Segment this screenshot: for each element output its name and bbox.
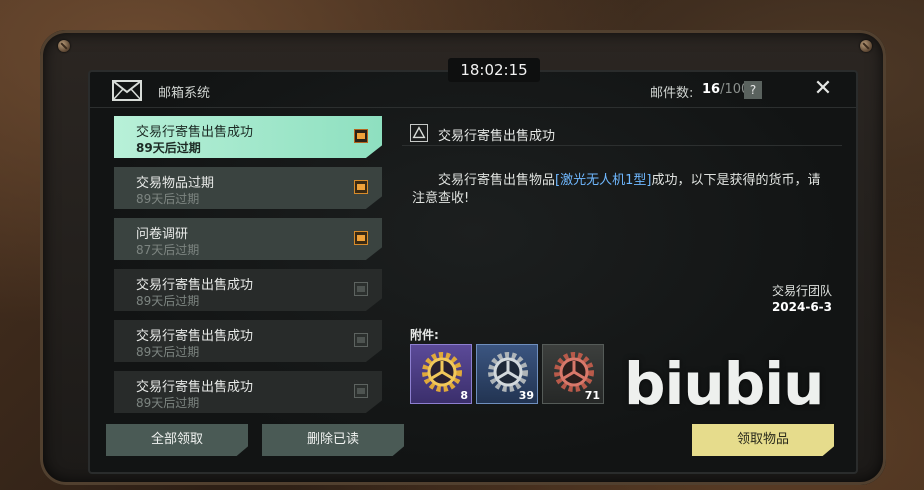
mail-expiry: 89天后过期: [136, 345, 200, 359]
attachment-slot[interactable]: 8: [410, 344, 472, 404]
attachment-icon: [354, 180, 368, 194]
mail-expiry: 89天后过期: [136, 294, 200, 308]
close-icon[interactable]: ✕: [810, 76, 836, 102]
mail-expiry: 89天后过期: [136, 192, 200, 206]
mail-list-item[interactable]: 交易行寄售出售成功 89天后过期: [114, 269, 382, 311]
attachment-quantity: 39: [518, 389, 534, 402]
attachment-claimed-icon: [354, 333, 368, 347]
attachment-claimed-icon: [354, 384, 368, 398]
mail-count: 16/100: [702, 82, 749, 97]
clock: 18:02:15: [448, 58, 540, 82]
mail-icon: [112, 80, 142, 101]
mail-list-item[interactable]: 交易行寄售出售成功 89天后过期: [114, 116, 382, 158]
mail-subject: 交易行寄售出售成功: [136, 278, 254, 293]
claim-items-button[interactable]: 领取物品: [692, 424, 834, 456]
window-title: 邮箱系统: [158, 86, 211, 101]
mail-list-item[interactable]: 交易行寄售出售成功 89天后过期: [114, 320, 382, 362]
attachment-claimed-icon: [354, 282, 368, 296]
mail-expiry: 89天后过期: [136, 141, 201, 155]
bolt-icon: [860, 40, 872, 52]
detail-title-bar: 交易行寄售出售成功: [402, 122, 842, 146]
attachment-quantity: 71: [584, 389, 600, 402]
delete-read-button[interactable]: 删除已读: [262, 424, 404, 456]
mail-sender: 交易行团队: [771, 284, 832, 298]
mail-detail-title: 交易行寄售出售成功: [438, 129, 556, 144]
attachment-quantity: 8: [460, 389, 468, 402]
mail-subject: 问卷调研: [136, 227, 189, 242]
mail-list-item[interactable]: 交易行寄售出售成功 89天后过期: [114, 371, 382, 413]
mail-expiry: 87天后过期: [136, 243, 200, 257]
claim-all-button[interactable]: 全部领取: [106, 424, 248, 456]
mail-subject: 交易行寄售出售成功: [136, 380, 254, 395]
mail-subject: 交易行寄售出售成功: [136, 125, 254, 140]
mail-list-item[interactable]: 交易物品过期 89天后过期: [114, 167, 382, 209]
watermark: biubiu: [624, 350, 824, 418]
gold-gear-icon: [422, 352, 462, 392]
attachment-icon: [354, 129, 368, 143]
attachment-slot[interactable]: 71: [542, 344, 604, 404]
attachments-label: 附件:: [410, 328, 439, 342]
mail-subject: 交易物品过期: [136, 176, 215, 191]
attachment-icon: [354, 231, 368, 245]
mail-list-item[interactable]: 问卷调研 87天后过期: [114, 218, 382, 260]
mail-subject: 交易行寄售出售成功: [136, 329, 254, 344]
attachment-slot[interactable]: 39: [476, 344, 538, 404]
help-button[interactable]: ?: [744, 81, 762, 99]
mail-date: 2024-6-3: [771, 300, 832, 314]
item-link[interactable]: [激光无人机1型]: [555, 173, 651, 188]
mail-body: 交易行寄售出售物品[激光无人机1型]成功，以下是获得的货币，请注意查收!: [412, 172, 832, 208]
mail-count-current: 16: [702, 82, 721, 97]
mail-count-label: 邮件数:: [650, 86, 694, 101]
mail-body-prefix: 交易行寄售出售物品: [438, 173, 556, 188]
bolt-icon: [58, 40, 70, 52]
mailbox-window: 邮箱系统 邮件数: 16/100 ? ✕ 18:02:15 交易行寄售出售成功 …: [88, 58, 858, 474]
triangle-icon: [410, 124, 428, 142]
mail-expiry: 89天后过期: [136, 396, 200, 410]
